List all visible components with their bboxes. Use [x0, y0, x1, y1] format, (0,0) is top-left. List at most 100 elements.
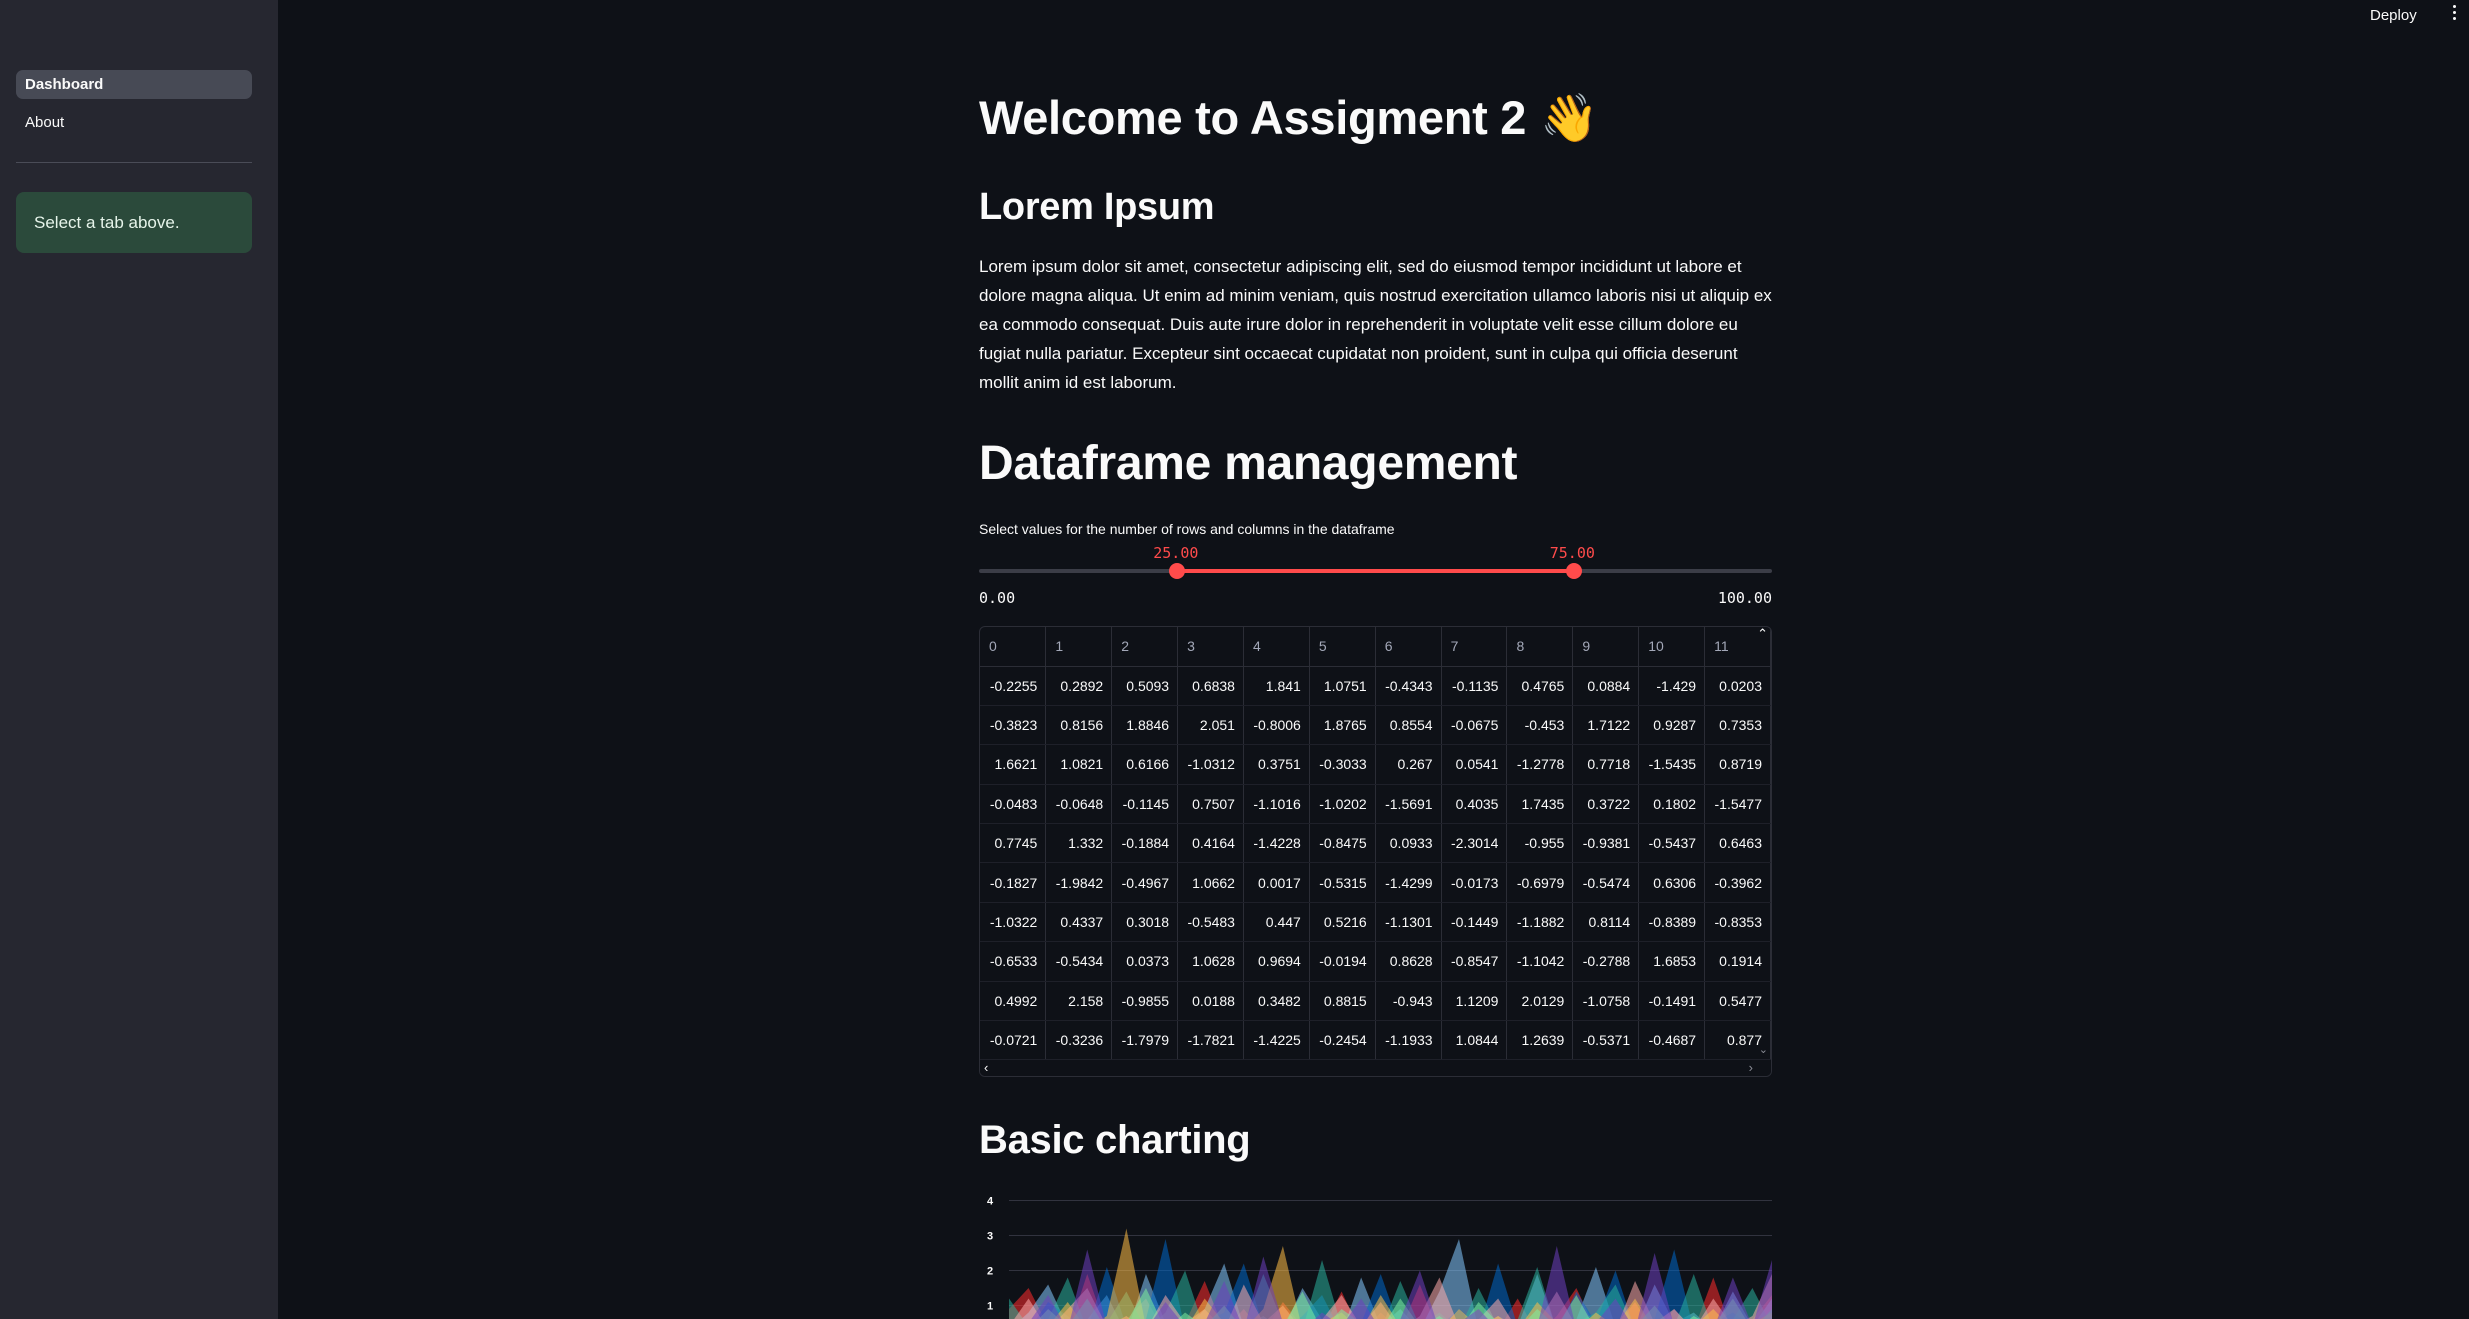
table-cell[interactable]: 1.7122: [1572, 705, 1640, 746]
table-cell[interactable]: -0.4343: [1375, 666, 1442, 706]
table-cell[interactable]: -2.3014: [1441, 823, 1508, 864]
table-cell[interactable]: 0.7507: [1177, 784, 1244, 825]
table-cell[interactable]: 1.2639: [1506, 1020, 1574, 1061]
table-cell[interactable]: -0.5474: [1572, 862, 1640, 903]
column-header[interactable]: 0: [980, 627, 1047, 667]
table-cell[interactable]: 0.7745: [980, 823, 1047, 864]
scroll-left-icon[interactable]: ‹: [984, 1060, 988, 1075]
table-cell[interactable]: 1.0628: [1177, 941, 1244, 982]
table-cell[interactable]: -1.5691: [1375, 784, 1442, 825]
table-cell[interactable]: -0.0483: [980, 784, 1047, 825]
table-cell[interactable]: 2.051: [1177, 705, 1244, 746]
table-cell[interactable]: 1.841: [1243, 666, 1310, 706]
table-cell[interactable]: 0.0203: [1704, 666, 1771, 706]
slider-low-handle[interactable]: [1169, 563, 1186, 579]
column-header[interactable]: 3: [1177, 627, 1244, 667]
column-header[interactable]: 5: [1309, 627, 1376, 667]
column-header[interactable]: 7: [1441, 627, 1508, 667]
table-cell[interactable]: -0.2454: [1309, 1020, 1376, 1061]
table-cell[interactable]: -0.6979: [1506, 862, 1574, 903]
dataframe[interactable]: 0 1 2 3 4 5 6 7 8 9 10 11 -0.2255 0.2892 0.5093 0.6838…: [979, 626, 1772, 1077]
table-cell[interactable]: -1.1042: [1506, 941, 1574, 982]
table-cell[interactable]: -0.5315: [1309, 862, 1376, 903]
table-cell[interactable]: -1.2778: [1506, 744, 1574, 785]
column-header[interactable]: 1: [1045, 627, 1113, 667]
table-cell[interactable]: -1.0758: [1572, 981, 1640, 1022]
table-cell[interactable]: 1.332: [1045, 823, 1113, 864]
table-cell[interactable]: 0.447: [1243, 902, 1310, 943]
sidebar-item-about[interactable]: About: [16, 108, 252, 137]
table-cell[interactable]: 0.6166: [1111, 744, 1179, 785]
table-cell[interactable]: 0.4765: [1506, 666, 1574, 706]
slider-high-handle[interactable]: [1565, 563, 1582, 579]
table-cell[interactable]: 0.267: [1375, 744, 1442, 785]
table-cell[interactable]: -1.5435: [1638, 744, 1706, 785]
table-cell[interactable]: -0.0173: [1441, 862, 1508, 903]
table-cell[interactable]: -0.0648: [1045, 784, 1113, 825]
column-header[interactable]: 4: [1243, 627, 1310, 667]
table-cell[interactable]: -0.943: [1375, 981, 1442, 1022]
table-cell[interactable]: -1.7821: [1177, 1020, 1244, 1061]
table-cell[interactable]: 0.6463: [1704, 823, 1771, 864]
table-cell[interactable]: 0.9694: [1243, 941, 1310, 982]
table-cell[interactable]: -0.4967: [1111, 862, 1179, 903]
table-cell[interactable]: -0.1827: [980, 862, 1047, 903]
table-cell[interactable]: 0.0541: [1441, 744, 1508, 785]
table-cell[interactable]: -0.5483: [1177, 902, 1244, 943]
table-cell[interactable]: -0.4687: [1638, 1020, 1706, 1061]
table-cell[interactable]: -1.1882: [1506, 902, 1574, 943]
table-cell[interactable]: -0.1884: [1111, 823, 1179, 864]
table-cell[interactable]: 1.1209: [1441, 981, 1508, 1022]
horizontal-scrollbar[interactable]: ‹ ›: [980, 1060, 1771, 1076]
table-cell[interactable]: -0.1491: [1638, 981, 1706, 1022]
scroll-down-icon[interactable]: ⌄: [1759, 1043, 1768, 1056]
table-cell[interactable]: 0.3751: [1243, 744, 1310, 785]
table-cell[interactable]: -0.3236: [1045, 1020, 1113, 1061]
table-cell[interactable]: 0.6306: [1638, 862, 1706, 903]
table-cell[interactable]: 1.0821: [1045, 744, 1113, 785]
table-cell[interactable]: 0.6838: [1177, 666, 1244, 706]
table-cell[interactable]: -1.4228: [1243, 823, 1310, 864]
table-cell[interactable]: 0.5477: [1704, 981, 1771, 1022]
table-cell[interactable]: 1.8765: [1309, 705, 1376, 746]
table-cell[interactable]: 1.0844: [1441, 1020, 1508, 1061]
column-header[interactable]: 8: [1506, 627, 1574, 667]
table-cell[interactable]: -1.4225: [1243, 1020, 1310, 1061]
table-cell[interactable]: -1.7979: [1111, 1020, 1179, 1061]
table-cell[interactable]: 0.5093: [1111, 666, 1179, 706]
table-cell[interactable]: 0.5216: [1309, 902, 1376, 943]
table-cell[interactable]: -0.6533: [980, 941, 1047, 982]
table-cell[interactable]: -1.9842: [1045, 862, 1113, 903]
column-header[interactable]: 9: [1572, 627, 1640, 667]
table-cell[interactable]: -0.0721: [980, 1020, 1047, 1061]
table-cell[interactable]: -0.3962: [1704, 862, 1771, 903]
table-cell[interactable]: -1.5477: [1704, 784, 1771, 825]
table-cell[interactable]: -0.0675: [1441, 705, 1508, 746]
table-cell[interactable]: 1.0751: [1309, 666, 1376, 706]
table-cell[interactable]: -1.429: [1638, 666, 1706, 706]
table-cell[interactable]: 0.8156: [1045, 705, 1113, 746]
table-cell[interactable]: 0.2892: [1045, 666, 1113, 706]
table-cell[interactable]: 0.4164: [1177, 823, 1244, 864]
table-cell[interactable]: 0.4035: [1441, 784, 1508, 825]
table-cell[interactable]: -1.1016: [1243, 784, 1310, 825]
table-cell[interactable]: 0.8554: [1375, 705, 1442, 746]
table-cell[interactable]: -0.8547: [1441, 941, 1508, 982]
table-cell[interactable]: 0.0933: [1375, 823, 1442, 864]
table-cell[interactable]: -0.0194: [1309, 941, 1376, 982]
table-cell[interactable]: 0.3482: [1243, 981, 1310, 1022]
table-cell[interactable]: 0.8628: [1375, 941, 1442, 982]
sidebar-item-dashboard[interactable]: Dashboard: [16, 70, 252, 99]
scroll-right-icon[interactable]: ›: [1749, 1060, 1753, 1075]
column-header[interactable]: 6: [1375, 627, 1442, 667]
table-cell[interactable]: 0.7353: [1704, 705, 1771, 746]
table-cell[interactable]: 1.7435: [1506, 784, 1574, 825]
table-cell[interactable]: -0.8475: [1309, 823, 1376, 864]
table-cell[interactable]: -0.955: [1506, 823, 1574, 864]
table-cell[interactable]: 0.1914: [1704, 941, 1771, 982]
table-cell[interactable]: -1.0202: [1309, 784, 1376, 825]
scroll-up-icon[interactable]: ⌃: [1757, 627, 1768, 642]
table-cell[interactable]: 1.0662: [1177, 862, 1244, 903]
table-cell[interactable]: 0.1802: [1638, 784, 1706, 825]
table-cell[interactable]: -0.8389: [1638, 902, 1706, 943]
